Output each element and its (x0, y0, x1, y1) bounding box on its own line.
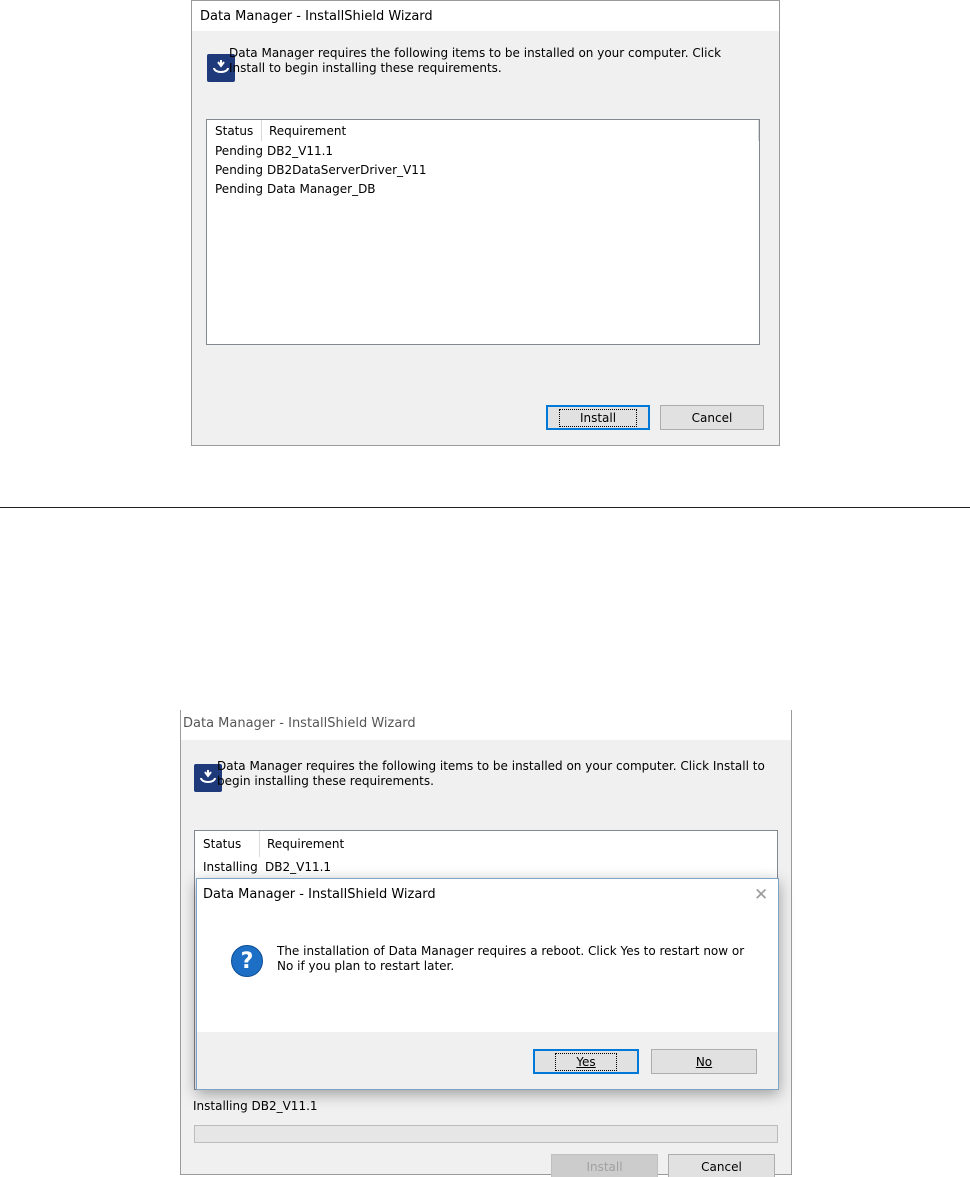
row-requirement: DB2_V11.1 (267, 144, 334, 158)
row-status: Installing (203, 860, 258, 874)
list-header: Status Requirement (195, 831, 777, 858)
row-requirement: DB2_V11.1 (265, 860, 332, 874)
column-requirement-header[interactable]: Requirement (262, 120, 759, 141)
yes-button[interactable]: Yes (533, 1049, 639, 1074)
column-status-header[interactable]: Status (207, 120, 262, 141)
top-installshield-dialog: Data Manager - InstallShield Wizard Data… (191, 0, 780, 446)
question-icon: ? (231, 945, 263, 977)
install-button[interactable]: Install (551, 1154, 658, 1177)
reboot-message-box: Data Manager - InstallShield Wizard ✕ ? … (196, 878, 779, 1090)
horizontal-divider (0, 507, 970, 508)
list-item[interactable]: Pending DB2DataServerDriver_V11 (207, 161, 759, 180)
cancel-button[interactable]: Cancel (668, 1154, 775, 1177)
install-button-label: Install (586, 1159, 623, 1174)
bottom-dialog-titlebar[interactable]: Data Manager - InstallShield Wizard (181, 710, 791, 740)
no-button-label: No (695, 1054, 713, 1069)
message-box-footer: Yes No (197, 1032, 778, 1089)
list-item[interactable]: Installing DB2_V11.1 (195, 858, 777, 877)
top-dialog-message: Data Manager requires the following item… (229, 46, 722, 75)
top-requirements-list[interactable]: Status Requirement Pending DB2_V11.1 Pen… (206, 119, 760, 345)
install-button[interactable]: Install (546, 405, 650, 430)
close-icon[interactable]: ✕ (754, 885, 768, 905)
message-box-text: The installation of Data Manager require… (277, 944, 745, 973)
yes-button-label: Yes (555, 1052, 617, 1071)
cancel-button[interactable]: Cancel (660, 405, 764, 430)
bottom-dialog-title: Data Manager - InstallShield Wizard (183, 716, 416, 731)
row-status: Pending (215, 182, 263, 196)
install-status-text: Installing DB2_V11.1 (193, 1099, 318, 1113)
top-dialog-titlebar[interactable]: Data Manager - InstallShield Wizard (192, 1, 779, 31)
install-progress-bar (194, 1125, 778, 1143)
install-button-label: Install (558, 408, 638, 427)
column-requirement-header[interactable]: Requirement (260, 831, 777, 857)
list-header: Status Requirement (207, 120, 759, 142)
message-box-title: Data Manager - InstallShield Wizard (203, 887, 436, 902)
no-button[interactable]: No (651, 1049, 757, 1074)
row-requirement: DB2DataServerDriver_V11 (267, 163, 427, 177)
list-item[interactable]: Pending DB2_V11.1 (207, 142, 759, 161)
row-status: Pending (215, 163, 263, 177)
top-dialog-title: Data Manager - InstallShield Wizard (200, 9, 433, 24)
cancel-button-label: Cancel (701, 1159, 742, 1174)
column-status-header[interactable]: Status (195, 831, 260, 857)
list-item[interactable]: Pending Data Manager_DB (207, 180, 759, 199)
cancel-button-label: Cancel (691, 410, 733, 425)
row-requirement: Data Manager_DB (267, 182, 376, 196)
row-status: Pending (215, 144, 263, 158)
bottom-dialog-message: Data Manager requires the following item… (217, 759, 765, 788)
